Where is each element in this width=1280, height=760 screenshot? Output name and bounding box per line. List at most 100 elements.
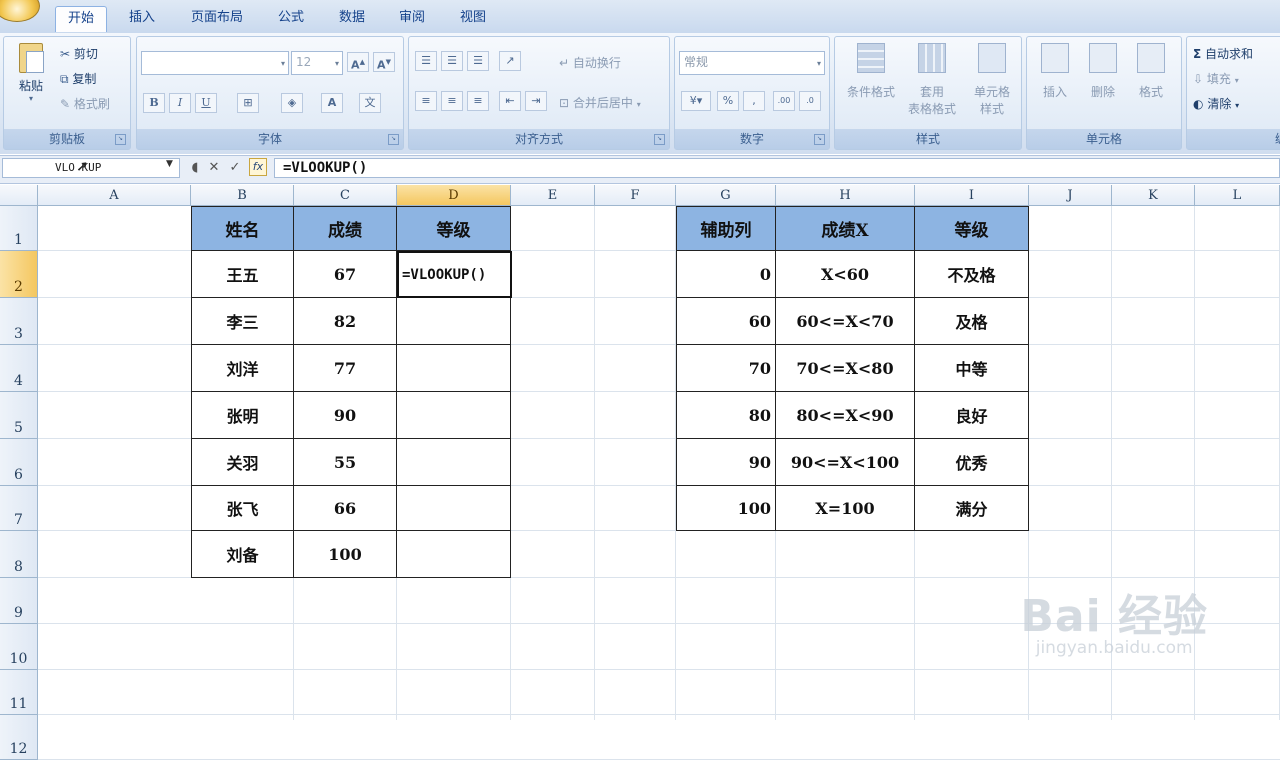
number-format-dropdown[interactable]: 常规 ▾ xyxy=(679,51,825,75)
grade-table-cell[interactable]: 张明 xyxy=(191,392,294,439)
tab-review[interactable]: 审阅 xyxy=(388,6,436,32)
clipboard-launcher-icon[interactable]: ↘ xyxy=(115,134,126,145)
tab-view[interactable]: 视图 xyxy=(448,6,498,32)
tab-formulas[interactable]: 公式 xyxy=(268,6,314,32)
grow-font-button[interactable]: A▲ xyxy=(347,52,369,72)
lookup-table-header-cell[interactable]: 等级 xyxy=(915,206,1029,251)
grade-table-header-cell[interactable]: 姓名 xyxy=(191,206,294,251)
grade-table-cell[interactable] xyxy=(397,392,511,439)
merge-center-button[interactable]: ⊡ 合并后居中 ▾ xyxy=(559,94,641,111)
tab-page-layout[interactable]: 页面布局 xyxy=(180,6,254,32)
grade-table-cell[interactable] xyxy=(397,486,511,531)
font-launcher-icon[interactable]: ↘ xyxy=(388,134,399,145)
grade-table-cell[interactable]: 66 xyxy=(294,486,397,531)
select-all-corner[interactable] xyxy=(0,185,38,206)
row-header-1[interactable]: 1 xyxy=(0,206,38,251)
tab-insert[interactable]: 插入 xyxy=(118,6,166,32)
row-header-3[interactable]: 3 xyxy=(0,298,38,345)
decrease-indent-button[interactable]: ⇤ xyxy=(499,91,521,111)
align-center-button[interactable]: ≡ xyxy=(441,91,463,111)
orientation-button[interactable]: ↗ xyxy=(499,51,521,71)
clear-button[interactable]: ◐ 清除 ▾ xyxy=(1193,95,1239,112)
lookup-table-cell[interactable]: 60<=X<70 xyxy=(776,298,915,345)
underline-button[interactable]: U xyxy=(195,93,217,113)
align-right-button[interactable]: ≡ xyxy=(467,91,489,111)
lookup-table-cell[interactable]: 70 xyxy=(676,345,776,392)
cell-styles-button[interactable]: 单元格 样式 xyxy=(963,43,1021,117)
lookup-table-cell[interactable]: 及格 xyxy=(915,298,1029,345)
grade-table-cell[interactable] xyxy=(397,298,511,345)
font-name-dropdown[interactable]: ▾ xyxy=(141,51,289,75)
number-launcher-icon[interactable]: ↘ xyxy=(814,134,825,145)
row-header-5[interactable]: 5 xyxy=(0,392,38,439)
align-bottom-button[interactable]: ☰ xyxy=(467,51,489,71)
increase-decimal-button[interactable]: .00 xyxy=(773,91,795,111)
format-as-table-button[interactable]: 套用 表格格式 xyxy=(901,43,963,117)
column-header-b[interactable]: B xyxy=(191,185,294,206)
column-header-d[interactable]: D xyxy=(397,185,511,206)
lookup-table-cell[interactable]: 90<=X<100 xyxy=(776,439,915,486)
fill-color-button[interactable]: ◈ xyxy=(281,93,303,113)
wrap-text-button[interactable]: ↵ 自动换行 xyxy=(559,54,621,71)
grade-table-header-cell[interactable]: 等级 xyxy=(397,206,511,251)
grade-table-cell[interactable]: 100 xyxy=(294,531,397,578)
lookup-table-header-cell[interactable]: 成绩X xyxy=(776,206,915,251)
column-header-a[interactable]: A xyxy=(38,185,191,206)
row-header-12[interactable]: 12 xyxy=(0,715,38,760)
tab-home[interactable]: 开始 xyxy=(55,6,107,32)
grade-table-cell[interactable] xyxy=(397,531,511,578)
conditional-format-button[interactable]: 条件格式 xyxy=(841,43,901,100)
grade-table-cell[interactable]: 90 xyxy=(294,392,397,439)
lookup-table-cell[interactable]: X<60 xyxy=(776,251,915,298)
insert-function-button[interactable]: fx xyxy=(249,158,267,176)
grade-table-cell[interactable]: 张飞 xyxy=(191,486,294,531)
row-header-10[interactable]: 10 xyxy=(0,624,38,670)
column-header-c[interactable]: C xyxy=(294,185,397,206)
percent-button[interactable]: % xyxy=(717,91,739,111)
lookup-table-cell[interactable]: 80 xyxy=(676,392,776,439)
grade-table-cell[interactable]: 李三 xyxy=(191,298,294,345)
lookup-table-cell[interactable]: 100 xyxy=(676,486,776,531)
row-header-6[interactable]: 6 xyxy=(0,439,38,486)
row-header-9[interactable]: 9 xyxy=(0,578,38,624)
lookup-table-cell[interactable]: 90 xyxy=(676,439,776,486)
delete-cells-button[interactable]: 删除 xyxy=(1081,43,1125,100)
formula-input[interactable]: =VLOOKUP() xyxy=(274,158,1280,178)
column-header-f[interactable]: F xyxy=(595,185,676,206)
grade-table-cell[interactable] xyxy=(397,345,511,392)
font-size-dropdown[interactable]: 12 ▾ xyxy=(291,51,343,75)
lookup-table-cell[interactable]: 0 xyxy=(676,251,776,298)
paste-button[interactable]: 粘贴 ▾ xyxy=(14,43,48,103)
lookup-table-cell[interactable]: 70<=X<80 xyxy=(776,345,915,392)
enter-check-icon[interactable]: ✓ xyxy=(226,159,244,177)
grade-table-header-cell[interactable]: 成绩 xyxy=(294,206,397,251)
phonetic-button[interactable]: 文 xyxy=(359,93,381,113)
tab-data[interactable]: 数据 xyxy=(328,6,376,32)
grade-table-cell[interactable]: 刘备 xyxy=(191,531,294,578)
row-header-11[interactable]: 11 xyxy=(0,670,38,715)
grade-table-cell[interactable]: 82 xyxy=(294,298,397,345)
alignment-launcher-icon[interactable]: ↘ xyxy=(654,134,665,145)
column-header-k[interactable]: K xyxy=(1112,185,1195,206)
grade-table-cell[interactable]: 67 xyxy=(294,251,397,298)
row-header-2[interactable]: 2 xyxy=(0,251,38,298)
name-box[interactable]: VLO KUP xyxy=(2,158,180,178)
bold-button[interactable]: B xyxy=(143,93,165,113)
column-header-i[interactable]: I xyxy=(915,185,1029,206)
cut-button[interactable]: ✂ 剪切 xyxy=(60,45,98,62)
borders-button[interactable]: ⊞ xyxy=(237,93,259,113)
grade-table-cell[interactable]: 关羽 xyxy=(191,439,294,486)
active-cell-d2[interactable]: =VLOOKUP() xyxy=(397,251,512,298)
fill-button[interactable]: ⇩ 填充 ▾ xyxy=(1193,70,1239,87)
decrease-decimal-button[interactable]: .0 xyxy=(799,91,821,111)
lookup-table-header-cell[interactable]: 辅助列 xyxy=(676,206,776,251)
italic-button[interactable]: I xyxy=(169,93,191,113)
comma-button[interactable]: , xyxy=(743,91,765,111)
column-header-g[interactable]: G xyxy=(676,185,776,206)
lookup-table-cell[interactable]: 良好 xyxy=(915,392,1029,439)
insert-cells-button[interactable]: 插入 xyxy=(1033,43,1077,100)
chevron-down-icon[interactable]: ▼ xyxy=(166,159,173,169)
cancel-icon[interactable]: ✕ xyxy=(205,159,223,177)
grade-table-cell[interactable]: 刘洋 xyxy=(191,345,294,392)
grade-table-cell[interactable]: 77 xyxy=(294,345,397,392)
